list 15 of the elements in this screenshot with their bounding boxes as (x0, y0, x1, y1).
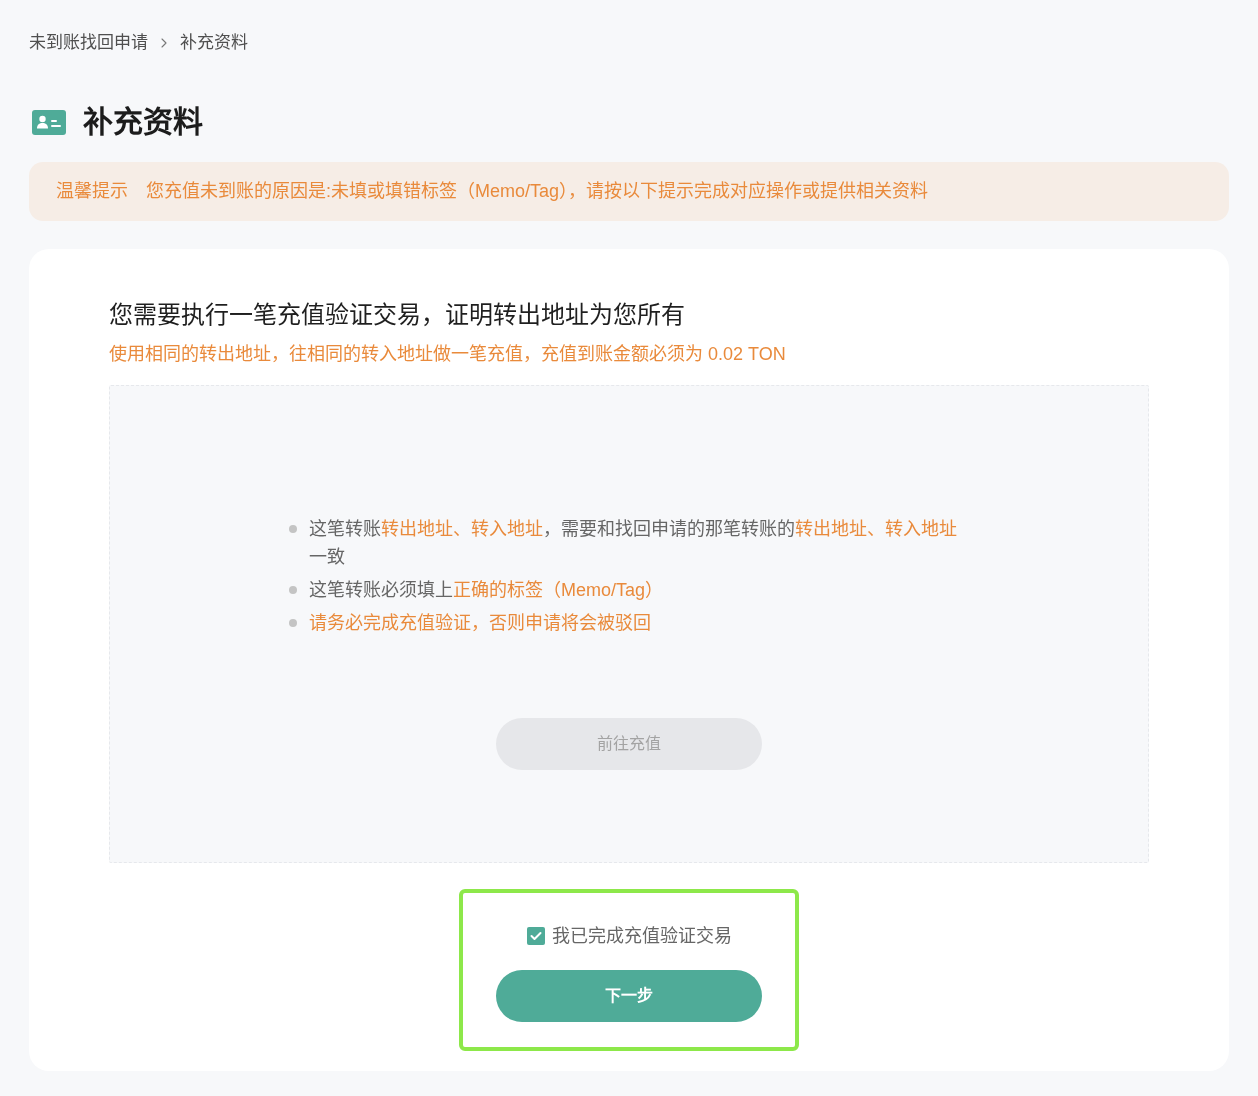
instruction-text: 使用相同的转出地址，往相同的转入地址做一笔充值，充值到账金额必须为 0.02 TON (109, 343, 787, 366)
notice-label: 温馨提示 (56, 180, 128, 203)
checkbox-label: 我已完成充值验证交易 (551, 925, 732, 948)
notice-message: 您充值未到账的原因是:未填或填错标签（Memo/Tag），请按以下提示完成对应操作或提供相关资料 (146, 180, 929, 203)
page-title: 补充资料 (83, 104, 203, 140)
next-button[interactable]: 下一步 (496, 970, 762, 1022)
requirement-text: 这笔转账必须填上正确的标签（Memo/Tag） (309, 579, 664, 602)
checkbox[interactable] (526, 927, 545, 945)
section-heading: 您需要执行一笔充值验证交易，证明转出地址为您所有 (109, 300, 686, 330)
id-card-icon (32, 109, 66, 135)
breadcrumb-item: 补充资料 (180, 32, 248, 54)
requirement-text: 这笔转账转出地址、转入地址，需要和找回申请的那笔转账的转出地址、转入地址 一致 (309, 518, 958, 569)
breadcrumb-item[interactable]: 未到账找回申请 (29, 31, 148, 55)
requirement-text: 请务必完成充值验证，否则申请将会被驳回 (309, 612, 651, 635)
checkmark-icon (529, 931, 542, 941)
